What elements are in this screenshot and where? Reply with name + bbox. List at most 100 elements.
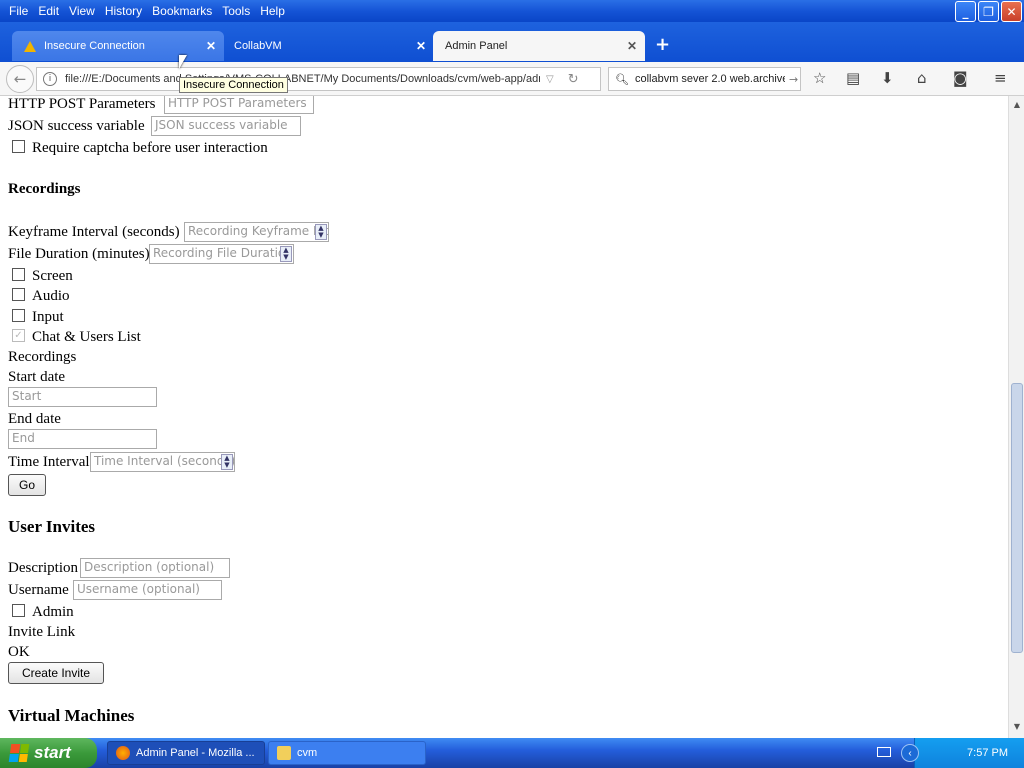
keyboard-icon[interactable] [877, 747, 891, 757]
file-duration-input[interactable]: Recording File Duration ▲ ▼ [149, 244, 294, 264]
end-date-input[interactable]: End [8, 429, 157, 449]
screen-label: Screen [32, 268, 73, 284]
firefox-icon [116, 746, 130, 760]
show-hidden-icons-icon[interactable]: ‹ [901, 744, 919, 762]
clock: 7:57 PM [967, 747, 1008, 759]
virtual-machines-heading: Virtual Machines [8, 706, 135, 725]
warning-icon [24, 40, 36, 52]
scroll-up-icon[interactable]: ▲ [1011, 100, 1023, 112]
invite-status-text: OK [8, 644, 30, 660]
recordings-label: Recordings [8, 349, 77, 365]
close-tab-icon[interactable]: ✕ [627, 39, 637, 53]
taskbar-item-firefox[interactable]: Admin Panel - Mozilla ... [107, 741, 265, 765]
captcha-checkbox[interactable] [12, 140, 25, 153]
http-post-input[interactable]: HTTP POST Parameters [164, 96, 314, 114]
download-icon[interactable]: ⬇ [881, 69, 894, 87]
scroll-down-icon[interactable]: ▼ [1011, 722, 1023, 734]
task-label: cvm [297, 747, 318, 759]
tab-insecure-connection[interactable]: Insecure Connection ✕ [12, 31, 224, 61]
taskbar: start Admin Panel - Mozilla ... cvm ‹ 7:… [0, 738, 1024, 768]
search-go-icon[interactable]: → [789, 73, 798, 86]
time-interval-input[interactable]: Time Interval (seconds) ▲ ▼ [90, 452, 235, 472]
hamburger-menu-icon[interactable]: ≡ [994, 69, 1007, 87]
pocket-icon[interactable]: ◙ [953, 69, 968, 87]
file-duration-placeholder: Recording File Duration [153, 246, 293, 260]
keyframe-label: Keyframe Interval (seconds) [8, 224, 180, 240]
keyframe-placeholder: Recording Keyframe Interval [188, 224, 328, 238]
system-tray: ‹ 7:57 PM [877, 738, 1024, 768]
tab-collabvm[interactable]: CollabVM ✕ [222, 31, 434, 61]
minimize-icon[interactable]: _ [955, 1, 976, 22]
search-bar[interactable]: 🔍︎ collabvm sever 2.0 web.archive → [608, 67, 801, 91]
start-date-input[interactable]: Start [8, 387, 157, 407]
username-input[interactable]: Username (optional) [73, 580, 222, 600]
admin-checkbox[interactable] [12, 604, 25, 617]
tab-label: CollabVM [234, 40, 282, 52]
bookmark-star-icon[interactable]: ☆ [813, 69, 826, 87]
folder-icon [277, 746, 291, 760]
start-button[interactable]: start [0, 738, 97, 768]
http-post-label: HTTP POST Parameters [8, 96, 156, 112]
username-label: Username [8, 582, 69, 598]
tab-label: Admin Panel [445, 40, 508, 52]
spinner-icon[interactable]: ▲ ▼ [221, 454, 233, 470]
close-tab-icon[interactable]: ✕ [206, 39, 216, 53]
json-success-input[interactable]: JSON success variable [151, 116, 301, 136]
new-tab-icon[interactable]: + [655, 34, 670, 55]
spinner-icon[interactable]: ▲ ▼ [315, 224, 327, 240]
description-label: Description [8, 560, 78, 576]
taskbar-item-cvm[interactable]: cvm [268, 741, 426, 765]
input-label: Input [32, 309, 64, 325]
captcha-label: Require captcha before user interaction [32, 140, 268, 156]
go-button[interactable]: Go [8, 474, 46, 496]
window-controls: _ ❐ ✕ [955, 1, 1022, 22]
keyframe-input[interactable]: Recording Keyframe Interval ▲▼ [184, 222, 329, 242]
audio-checkbox[interactable] [12, 288, 25, 301]
close-tab-icon[interactable]: ✕ [416, 39, 426, 53]
spinner-icon[interactable]: ▲ ▼ [280, 246, 292, 262]
search-icon: 🔍︎ [615, 72, 629, 86]
url-text: file:///E:/Documents and Settings/VMS-CO… [65, 73, 540, 85]
time-interval-placeholder: Time Interval (seconds) [94, 454, 235, 468]
history-dropdown-icon[interactable]: ▽ [546, 74, 554, 85]
menu-view[interactable]: View [64, 4, 100, 18]
screen-checkbox[interactable] [12, 268, 25, 281]
create-invite-button[interactable]: Create Invite [8, 662, 104, 684]
menu-bookmarks[interactable]: Bookmarks [147, 4, 217, 18]
description-input[interactable]: Description (optional) [80, 558, 230, 578]
start-date-label: Start date [8, 369, 66, 385]
scrollbar-thumb[interactable] [1011, 383, 1023, 653]
invite-link-label: Invite Link [8, 624, 76, 640]
menu-tools[interactable]: Tools [217, 4, 255, 18]
windows-logo-icon [8, 744, 30, 762]
page-content: HTTP POST Parameters HTTP POST Parameter… [0, 96, 1008, 738]
home-icon[interactable]: ⌂ [917, 69, 927, 87]
tooltip: Insecure Connection [179, 77, 288, 93]
chat-users-checkbox[interactable]: ✓ [12, 329, 25, 342]
menu-history[interactable]: History [100, 4, 147, 18]
search-input[interactable]: collabvm sever 2.0 web.archive [635, 73, 785, 85]
menu-bar: File Edit View History Bookmarks Tools H… [0, 0, 1024, 22]
menu-edit[interactable]: Edit [33, 4, 64, 18]
input-checkbox[interactable] [12, 309, 25, 322]
reload-icon[interactable]: ↻ [568, 72, 579, 87]
task-label: Admin Panel - Mozilla ... [136, 747, 255, 759]
start-label: start [34, 743, 71, 762]
restore-icon[interactable]: ❐ [978, 1, 999, 22]
user-invites-heading: User Invites [8, 517, 96, 536]
url-bar[interactable]: i file:///E:/Documents and Settings/VMS-… [36, 67, 601, 91]
back-icon[interactable]: ← [6, 65, 34, 93]
time-interval-label: Time Interval [8, 454, 90, 470]
tab-strip: Insecure Connection ✕ CollabVM ✕ Admin P… [0, 22, 1024, 62]
close-window-icon[interactable]: ✕ [1001, 1, 1022, 22]
menu-file[interactable]: File [4, 4, 33, 18]
end-date-label: End date [8, 411, 61, 427]
info-icon[interactable]: i [43, 72, 57, 86]
tab-admin-panel[interactable]: Admin Panel ✕ [433, 31, 645, 61]
menu-help[interactable]: Help [255, 4, 290, 18]
recordings-heading: Recordings [8, 181, 81, 197]
nav-bar: ← i file:///E:/Documents and Settings/VM… [0, 62, 1024, 96]
mouse-cursor-icon [179, 55, 187, 69]
reading-list-icon[interactable]: ▤ [846, 69, 860, 87]
vertical-scrollbar[interactable]: ▲ ▼ [1008, 96, 1024, 738]
